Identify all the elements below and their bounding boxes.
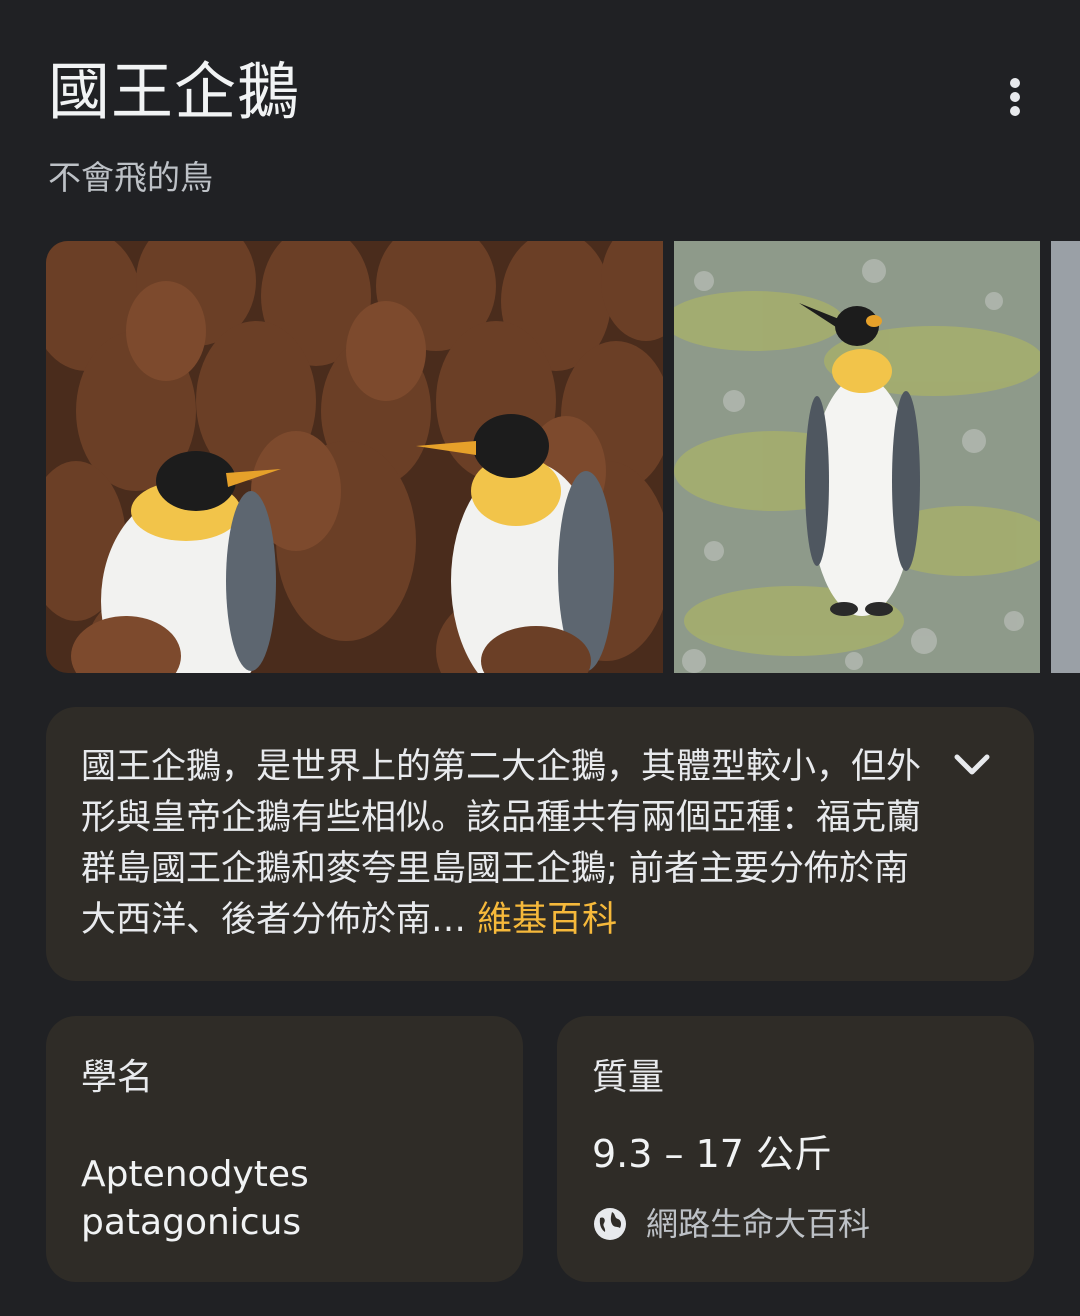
mass-label: 質量 — [592, 1057, 665, 1098]
partial-image[interactable] — [1051, 241, 1080, 673]
scientific-name-label: 學名 — [81, 1057, 154, 1098]
wikipedia-link[interactable]: 維基百科 — [477, 900, 617, 940]
globe-icon — [594, 1208, 626, 1240]
more-vert-icon — [1010, 78, 1020, 116]
description-text: 國王企鵝，是世界上的第二大企鵝，其體型較小，但外形與皇帝企鵝有些相似。該品種共有… — [81, 742, 931, 946]
scientific-name-card[interactable]: 學名 Aptenodytes patagonicus — [46, 1016, 523, 1282]
mass-card[interactable]: 質量 9.3 – 17 公斤 網路生命大百科 — [557, 1016, 1034, 1282]
mass-value: 9.3 – 17 公斤 — [592, 1132, 833, 1176]
penguin-colony-image[interactable] — [46, 241, 663, 673]
mass-source-link[interactable]: 網路生命大百科 — [592, 1202, 870, 1246]
page-subtitle: 不會飛的鳥 — [48, 158, 213, 197]
description-ellipsis: … — [431, 900, 478, 940]
penguin-standing-image[interactable] — [674, 241, 1040, 673]
image-carousel[interactable] — [46, 241, 1080, 673]
description-card: 國王企鵝，是世界上的第二大企鵝，其體型較小，但外形與皇帝企鵝有些相似。該品種共有… — [46, 707, 1034, 981]
expand-description-button[interactable] — [946, 739, 998, 791]
chevron-down-icon — [954, 754, 990, 775]
more-options-button[interactable] — [990, 72, 1040, 122]
mass-source-text: 網路生命大百科 — [646, 1205, 871, 1243]
page-title: 國王企鵝 — [48, 55, 301, 128]
scientific-name-value: Aptenodytes patagonicus — [81, 1154, 309, 1243]
